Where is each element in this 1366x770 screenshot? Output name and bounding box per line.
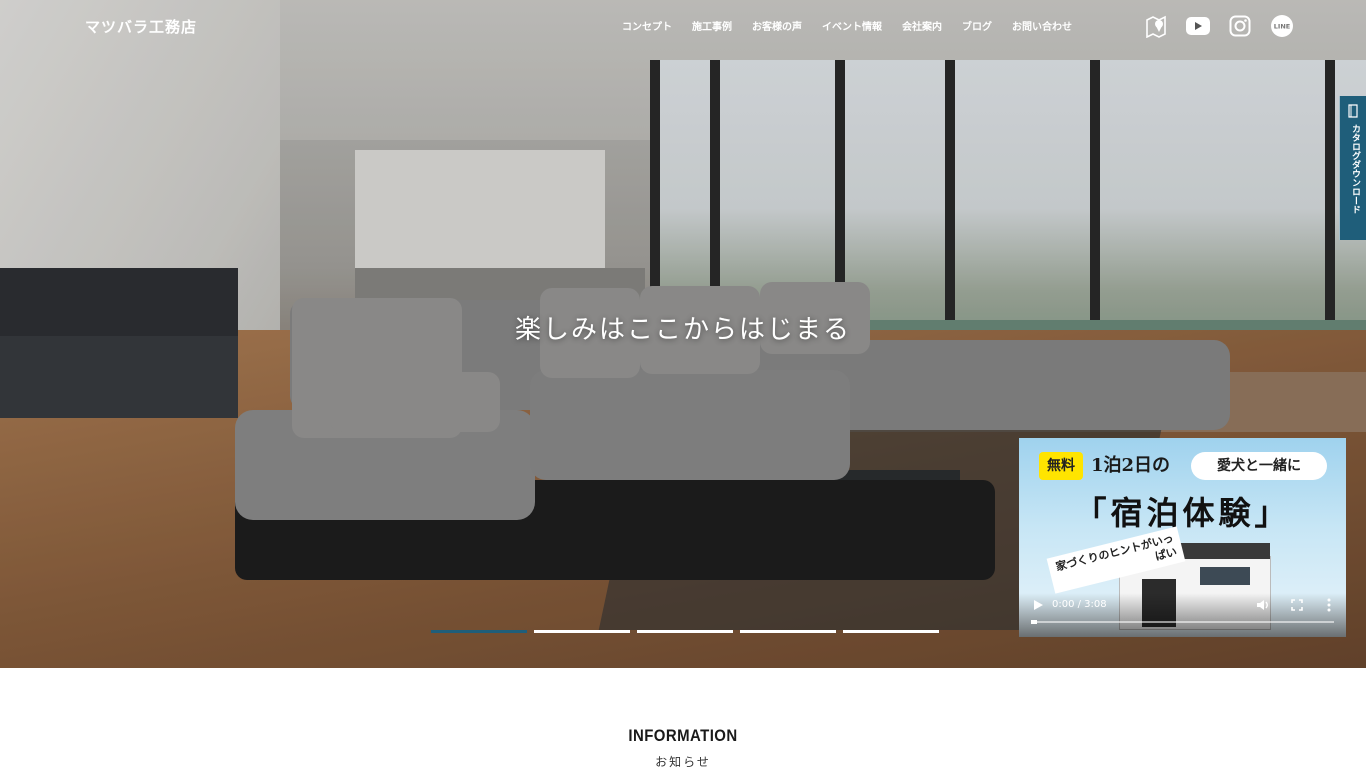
slide-indicator-4[interactable]	[740, 630, 836, 633]
site-logo[interactable]: マツバラ工務店	[85, 16, 197, 38]
video-free-badge: 無料	[1039, 452, 1083, 480]
promo-video[interactable]: 無料 1泊2日の 愛犬と一緒に 「宿泊体験」 家づくりのヒントがいっぱい 0:0…	[1019, 438, 1346, 637]
nav-item-events[interactable]: イベント情報	[812, 18, 892, 36]
instagram-icon[interactable]	[1227, 13, 1253, 39]
video-progress-fill	[1031, 620, 1037, 624]
hero-headline: 楽しみはここからはじまる	[514, 315, 851, 345]
video-time: 0:00 / 3:08	[1052, 599, 1107, 610]
social-links: LINE	[1143, 13, 1311, 39]
more-options-icon[interactable]	[1323, 597, 1335, 613]
information-subheading: お知らせ	[655, 755, 711, 769]
youtube-icon[interactable]	[1185, 13, 1211, 39]
nav-item-works[interactable]: 施工事例	[682, 18, 742, 36]
nav-item-company[interactable]: 会社案内	[892, 18, 952, 36]
catalog-download-label: カタログダウンロード	[1350, 124, 1360, 214]
line-icon[interactable]: LINE	[1269, 13, 1295, 39]
information-heading: INFORMATION	[628, 726, 738, 745]
play-icon[interactable]	[1031, 598, 1045, 612]
fullscreen-icon[interactable]	[1289, 597, 1305, 613]
svg-text:LINE: LINE	[1274, 23, 1290, 31]
video-headline: 「宿泊体験」	[1074, 494, 1291, 532]
video-stay-text: 1泊2日の	[1091, 455, 1171, 476]
slide-indicator-3[interactable]	[637, 630, 733, 633]
slide-indicator-1[interactable]	[431, 630, 527, 633]
slide-indicator-2[interactable]	[534, 630, 630, 633]
nav-item-blog[interactable]: ブログ	[952, 18, 1002, 36]
nav-item-contact[interactable]: お問い合わせ	[1002, 18, 1082, 36]
video-dog-pill: 愛犬と一緒に	[1191, 452, 1327, 480]
slider-indicators	[431, 630, 939, 633]
book-icon	[1348, 104, 1358, 118]
slide-indicator-5[interactable]	[843, 630, 939, 633]
nav-item-voices[interactable]: お客様の声	[742, 18, 812, 36]
catalog-download-tab[interactable]: カタログダウンロード	[1339, 96, 1366, 240]
video-progress-bar[interactable]	[1031, 620, 1334, 624]
volume-icon[interactable]	[1255, 597, 1271, 613]
nav-item-concept[interactable]: コンセプト	[612, 18, 682, 36]
map-pin-icon[interactable]	[1143, 13, 1169, 39]
main-nav: コンセプト 施工事例 お客様の声 イベント情報 会社案内 ブログ お問い合わせ	[612, 18, 1082, 36]
